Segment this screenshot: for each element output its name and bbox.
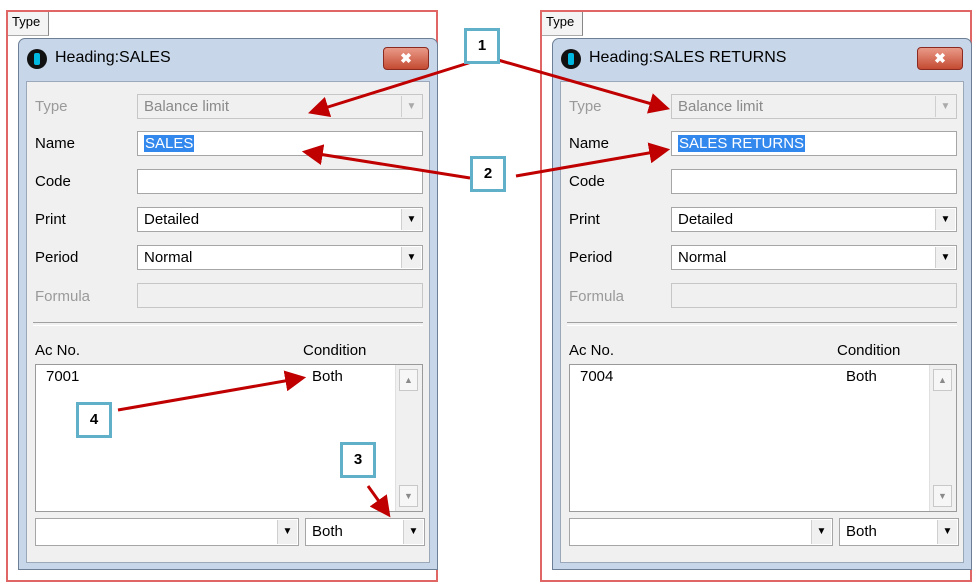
period-label: Period: [35, 249, 79, 266]
print-value: Detailed: [678, 211, 734, 228]
close-button[interactable]: ✖: [383, 47, 429, 70]
period-select[interactable]: Normal ▼: [671, 245, 957, 270]
condition-combo[interactable]: Both ▼: [305, 518, 425, 546]
column-header-ac-no: Ac No.: [569, 342, 615, 359]
name-input[interactable]: SALES: [137, 131, 423, 156]
code-label: Code: [35, 173, 71, 190]
scroll-up-icon[interactable]: ▲: [399, 369, 418, 391]
close-icon: ✖: [934, 50, 946, 66]
print-label: Print: [569, 211, 600, 228]
right-panel: Type Heading:SALES RETURNS ✖ Type Balanc…: [540, 10, 972, 582]
code-label: Code: [569, 173, 605, 190]
account-combo[interactable]: ▼: [35, 518, 299, 546]
dialog-title: Heading:SALES RETURNS: [589, 49, 787, 66]
dialog-body: Type Balance limit ▼ Name SALES Code Pri…: [26, 81, 430, 563]
condition-combo[interactable]: Both ▼: [839, 518, 959, 546]
print-value: Detailed: [144, 211, 200, 228]
name-value: SALES: [144, 135, 195, 152]
type-value: Balance limit: [144, 98, 230, 115]
callout-1: 1: [464, 28, 500, 64]
name-label: Name: [35, 135, 76, 152]
list-scrollbar[interactable]: ▲ ▼: [929, 365, 956, 511]
info-circle-icon: [27, 49, 47, 69]
condition-cell: Both: [312, 368, 343, 385]
period-label: Period: [569, 249, 613, 266]
callout-3: 3: [340, 442, 376, 478]
type-select[interactable]: Balance limit ▼: [671, 94, 957, 119]
code-input[interactable]: [671, 169, 957, 194]
chevron-down-icon[interactable]: ▼: [403, 520, 423, 544]
chevron-down-icon[interactable]: ▼: [935, 247, 955, 268]
formula-input: [671, 283, 957, 308]
left-panel: Type Heading:SALES ✖ Type Balance limit …: [6, 10, 438, 582]
separator: [33, 322, 423, 326]
ac-no-cell: 7001: [46, 368, 80, 385]
period-select[interactable]: Normal ▼: [137, 245, 423, 270]
accounts-list[interactable]: 7001 Both ▲ ▼: [35, 364, 423, 512]
chevron-down-icon[interactable]: ▼: [401, 96, 421, 117]
print-select[interactable]: Detailed ▼: [137, 207, 423, 232]
name-label: Name: [569, 135, 610, 152]
info-circle-icon: [561, 49, 581, 69]
scroll-down-icon[interactable]: ▼: [399, 485, 418, 507]
dialog-title: Heading:SALES: [55, 49, 171, 66]
account-combo[interactable]: ▼: [569, 518, 833, 546]
code-input[interactable]: [137, 169, 423, 194]
chevron-down-icon[interactable]: ▼: [401, 209, 421, 230]
dialog-sales: Heading:SALES ✖ Type Balance limit ▼ Nam…: [18, 38, 438, 570]
chevron-down-icon[interactable]: ▼: [937, 520, 957, 544]
period-value: Normal: [678, 249, 727, 266]
chevron-down-icon[interactable]: ▼: [811, 520, 831, 544]
callout-2: 2: [470, 156, 506, 192]
column-header-condition: Condition: [837, 342, 901, 359]
formula-label: Formula: [35, 288, 91, 305]
scroll-up-icon[interactable]: ▲: [933, 369, 952, 391]
period-value: Normal: [144, 249, 193, 266]
formula-label: Formula: [569, 288, 625, 305]
close-button[interactable]: ✖: [917, 47, 963, 70]
close-icon: ✖: [400, 50, 412, 66]
condition-cell: Both: [846, 368, 877, 385]
list-scrollbar[interactable]: ▲ ▼: [395, 365, 422, 511]
ac-no-cell: 7004: [580, 368, 614, 385]
accounts-list[interactable]: 7004 Both ▲ ▼: [569, 364, 957, 512]
dialog-body: Type Balance limit ▼ Name SALES RETURNS …: [560, 81, 964, 563]
condition-combo-value: Both: [846, 523, 877, 540]
formula-input: [137, 283, 423, 308]
type-label: Type: [35, 98, 68, 115]
separator: [567, 322, 957, 326]
chevron-down-icon[interactable]: ▼: [277, 520, 297, 544]
chevron-down-icon[interactable]: ▼: [401, 247, 421, 268]
type-select[interactable]: Balance limit ▼: [137, 94, 423, 119]
print-label: Print: [35, 211, 66, 228]
callout-4: 4: [76, 402, 112, 438]
chevron-down-icon[interactable]: ▼: [935, 96, 955, 117]
chevron-down-icon[interactable]: ▼: [935, 209, 955, 230]
title-bar[interactable]: Heading:SALES RETURNS ✖: [553, 39, 971, 79]
print-select[interactable]: Detailed ▼: [671, 207, 957, 232]
type-label: Type: [569, 98, 602, 115]
name-value: SALES RETURNS: [678, 135, 806, 152]
type-value: Balance limit: [678, 98, 764, 115]
name-input[interactable]: SALES RETURNS: [671, 131, 957, 156]
background-column-header: Type: [8, 12, 50, 36]
scroll-down-icon[interactable]: ▼: [933, 485, 952, 507]
condition-combo-value: Both: [312, 523, 343, 540]
column-header-condition: Condition: [303, 342, 367, 359]
background-column-header: Type: [542, 12, 584, 36]
dialog-sales-returns: Heading:SALES RETURNS ✖ Type Balance lim…: [552, 38, 972, 570]
column-header-ac-no: Ac No.: [35, 342, 81, 359]
title-bar[interactable]: Heading:SALES ✖: [19, 39, 437, 79]
